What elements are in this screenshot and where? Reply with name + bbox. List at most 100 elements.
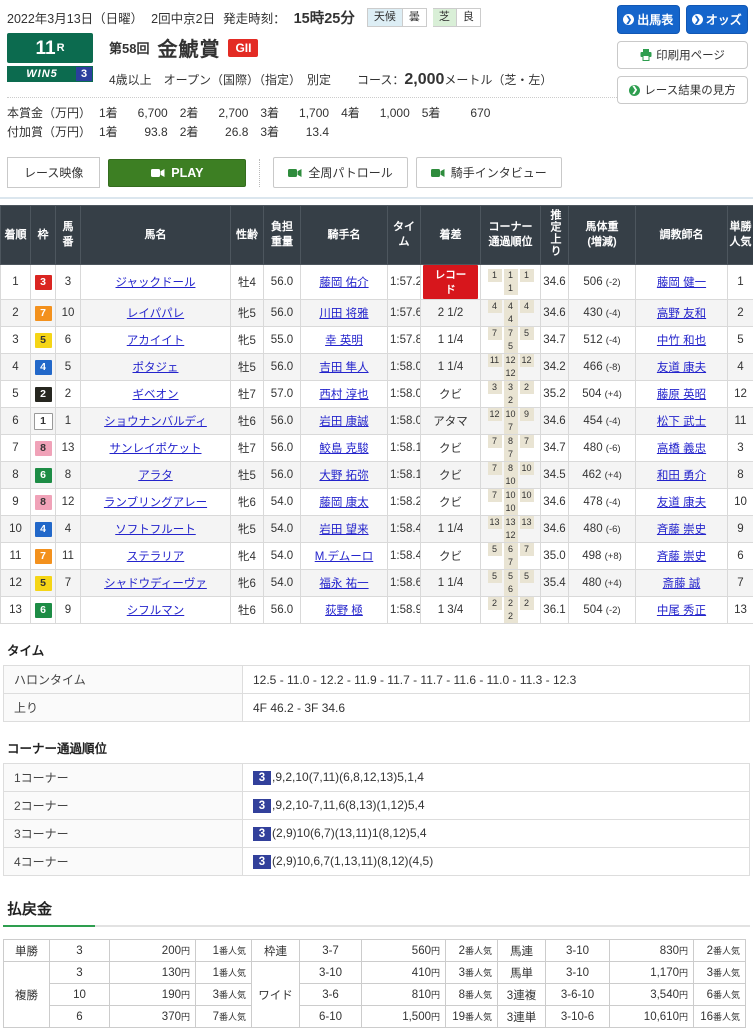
jockey-name-link[interactable]: 岩田 康誠 — [319, 416, 368, 428]
payout-row: 馬単3-101,170円3番人気 — [498, 962, 746, 984]
margin-cell: クビ — [421, 381, 481, 408]
jockey-name-link[interactable]: 藤岡 康太 — [319, 497, 368, 509]
horse-name-link[interactable]: レイパパレ — [127, 308, 184, 320]
corner-positions-cell: 5556 — [481, 570, 541, 597]
horse-name-link[interactable]: ランブリングアレー — [104, 497, 207, 509]
odds-button[interactable]: ❯オッズ — [686, 5, 749, 34]
corner-positions-cell: 3322 — [481, 381, 541, 408]
yen-unit: 円 — [181, 968, 190, 978]
jockey-name-link[interactable]: 吉田 隼人 — [319, 362, 368, 374]
trainer-name-link[interactable]: 高野 友和 — [657, 308, 706, 320]
margin-cell: 1 1/4 — [421, 354, 481, 381]
payout-popularity: 2番人気 — [446, 940, 498, 962]
popularity-unit: 番人気 — [713, 1012, 740, 1022]
horse-name-link[interactable]: サンレイポケット — [110, 443, 202, 455]
trainer-name-link[interactable]: 中尾 秀正 — [657, 605, 706, 617]
win-popularity: 5 — [728, 327, 753, 354]
race-conditions: 4歳以上 オープン（国際）（指定） 別定コース：2,000メートル（芝・左） — [109, 71, 613, 89]
jockey-name-link[interactable]: 幸 英明 — [325, 335, 363, 347]
yen-unit: 円 — [679, 1012, 688, 1022]
horse-number: 13 — [56, 435, 81, 462]
jockey-cell: 西村 淳也 — [301, 381, 388, 408]
bet-type-label: 3連複 — [498, 984, 546, 1006]
corner-section-title: コーナー通過順位 — [7, 738, 746, 757]
jockey-name-link[interactable]: 岩田 望来 — [319, 524, 368, 536]
jockey-name-link[interactable]: 大野 拓弥 — [319, 470, 368, 482]
horse-name-link[interactable]: ショウナンバルディ — [104, 416, 207, 428]
horse-name-link[interactable]: シャドウディーヴァ — [104, 578, 207, 590]
win-popularity: 1 — [728, 265, 753, 300]
record-badge: レコード — [423, 265, 478, 299]
race-result-page: ❯出馬表 ❯オッズ 印刷用ページ ❯レース結果の見方 2022年3月13日（日曜… — [0, 0, 753, 1028]
frame-number-badge: 5 — [35, 576, 52, 591]
frame-cell: 6 — [31, 597, 56, 624]
carried-weight: 56.0 — [264, 435, 301, 462]
how-to-read-button[interactable]: ❯レース結果の見方 — [617, 76, 748, 104]
last-3f-time: 35.2 — [541, 381, 569, 408]
horse-name-link[interactable]: ジャックドール — [116, 277, 196, 289]
body-weight-cell: 430 (-4) — [569, 300, 636, 327]
last-3f-time: 34.7 — [541, 327, 569, 354]
bet-type-label: 馬連 — [498, 940, 546, 962]
jockey-name-link[interactable]: 鮫島 克駿 — [319, 443, 368, 455]
horse-name-cell: シフルマン — [81, 597, 231, 624]
horse-number: 11 — [56, 543, 81, 570]
trainer-cell: 斉藤 崇史 — [636, 516, 728, 543]
horse-name-link[interactable]: ソフトフルート — [115, 524, 196, 536]
horse-name-link[interactable]: アカイイト — [127, 335, 185, 347]
shutsubahyo-button[interactable]: ❯出馬表 — [617, 5, 680, 34]
body-weight-diff: (-6) — [606, 443, 621, 454]
trainer-name-link[interactable]: 友道 康夫 — [657, 362, 706, 374]
how-to-read-label: レース結果の見方 — [644, 82, 735, 98]
results-column-header: 馬名 — [81, 206, 231, 265]
corner-position: 10 — [520, 462, 534, 475]
corner-position: 7 — [504, 327, 518, 340]
corner-position: 11 — [488, 354, 502, 367]
carried-weight: 54.0 — [264, 516, 301, 543]
trainer-name-link[interactable]: 藤原 英昭 — [657, 389, 706, 401]
trainer-name-link[interactable]: 斉藤 崇史 — [657, 524, 706, 536]
horse-name-link[interactable]: ステラリア — [127, 551, 185, 563]
jockey-name-link[interactable]: 福永 祐一 — [319, 578, 368, 590]
popularity-unit: 番人気 — [713, 946, 740, 956]
horse-name-link[interactable]: ギベオン — [133, 389, 179, 401]
payout-popularity: 19番人気 — [446, 1006, 498, 1028]
corner-row-label: 2コーナー — [4, 792, 243, 820]
trainer-name-link[interactable]: 和田 勇介 — [657, 470, 706, 482]
corner-position: 13 — [488, 516, 502, 529]
trainer-name-link[interactable]: 斎藤 誠 — [663, 578, 701, 590]
frame-number-badge: 6 — [35, 468, 52, 483]
trainer-name-link[interactable]: 松下 武士 — [657, 416, 706, 428]
trainer-name-link[interactable]: 中竹 和也 — [657, 335, 706, 347]
jockey-cell: M.デムーロ — [301, 543, 388, 570]
carried-weight: 54.0 — [264, 570, 301, 597]
print-page-button[interactable]: 印刷用ページ — [617, 41, 748, 69]
trainer-name-link[interactable]: 藤岡 健一 — [657, 277, 706, 289]
results-column-header: 着順 — [1, 206, 31, 265]
corner-position: 12 — [504, 354, 518, 367]
jockey-name-link[interactable]: M.デムーロ — [315, 551, 374, 563]
trainer-name-link[interactable]: 友道 康夫 — [657, 497, 706, 509]
jockey-name-link[interactable]: 西村 淳也 — [319, 389, 368, 401]
jockey-interview-button[interactable]: 騎手インタビュー — [416, 157, 562, 188]
jockey-name-link[interactable]: 藤岡 佑介 — [319, 277, 368, 289]
main-prize-values: 1着6,7002着2,7003着1,7004着1,0005着670 — [99, 104, 502, 123]
horse-name-link[interactable]: シフルマン — [127, 605, 185, 617]
sex-age: 牡5 — [231, 354, 264, 381]
margin-cell: クビ — [421, 543, 481, 570]
trainer-cell: 斎藤 誠 — [636, 570, 728, 597]
horse-name-link[interactable]: ポタジェ — [133, 362, 179, 374]
trainer-name-link[interactable]: 斉藤 崇史 — [657, 551, 706, 563]
trainer-name-link[interactable]: 高橋 義忠 — [657, 443, 706, 455]
jockey-cell: 幸 英明 — [301, 327, 388, 354]
patrol-video-button[interactable]: 全周パトロール — [273, 157, 407, 188]
trainer-cell: 友道 康夫 — [636, 489, 728, 516]
last-3f-time: 34.6 — [541, 300, 569, 327]
jockey-name-link[interactable]: 荻野 極 — [325, 605, 363, 617]
jockey-cell: 荻野 極 — [301, 597, 388, 624]
jockey-name-link[interactable]: 川田 将雅 — [319, 308, 368, 320]
win-popularity: 3 — [728, 435, 753, 462]
horse-name-link[interactable]: アラタ — [138, 470, 173, 482]
bet-combination: 3-7 — [300, 940, 362, 962]
play-button[interactable]: PLAY — [108, 159, 246, 187]
